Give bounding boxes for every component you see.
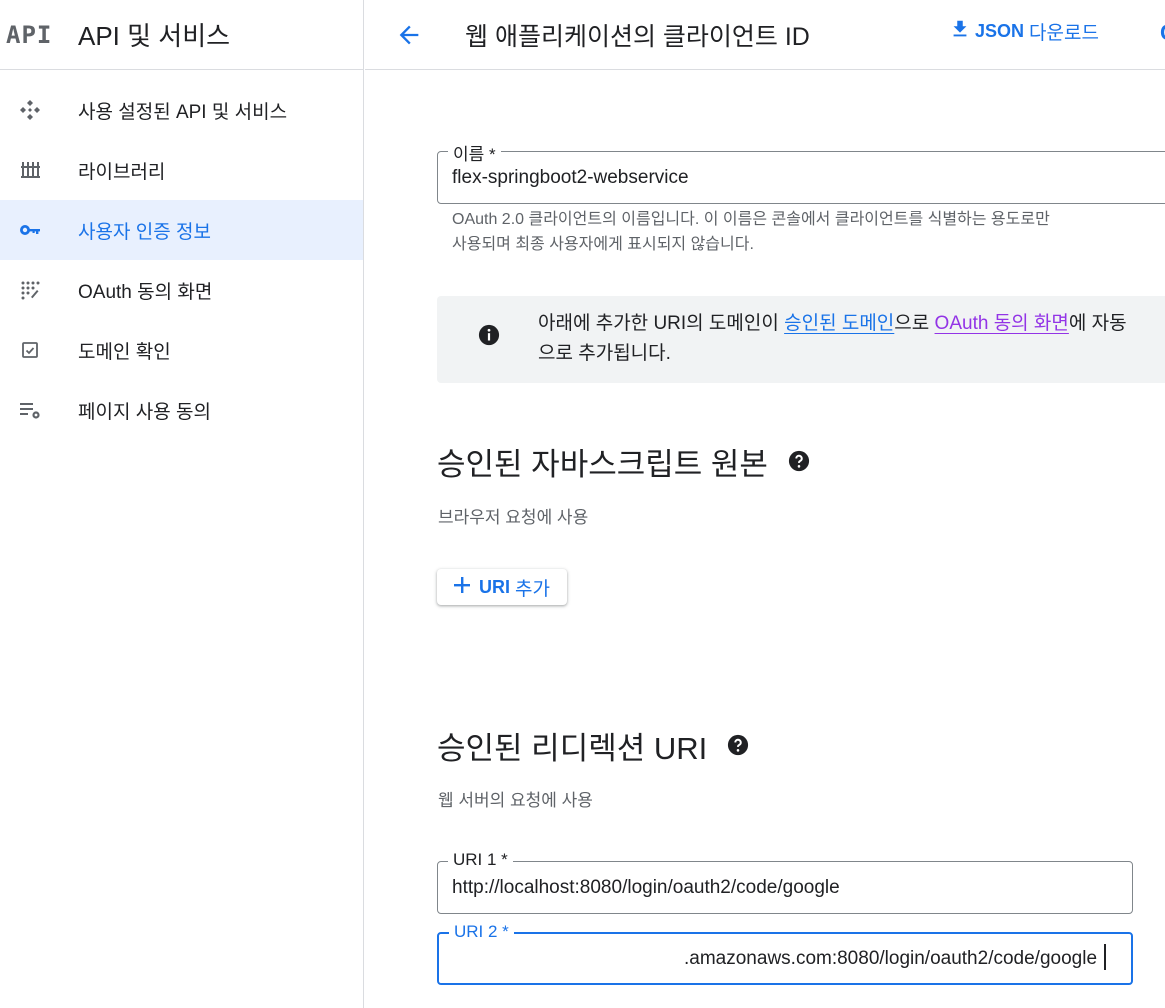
plus-icon xyxy=(453,576,471,599)
uri2-field[interactable]: URI 2 * xyxy=(437,922,1133,985)
js-origins-title: 승인된 자바스크립트 원본 xyxy=(437,439,810,484)
sidebar-title: API 및 서비스 xyxy=(78,21,231,51)
help-icon[interactable] xyxy=(727,728,749,764)
sidebar: API API 및 서비스 사용 설정된 API 및 서비스 라이브러리 사용자… xyxy=(0,0,364,1008)
info-icon xyxy=(478,324,500,351)
sidebar-item-label: 페이지 사용 동의 xyxy=(78,401,211,423)
name-input[interactable] xyxy=(452,152,1165,203)
uri1-field[interactable]: URI 1 * xyxy=(437,850,1133,914)
sidebar-item-oauth-consent[interactable]: OAuth 동의 화면 xyxy=(0,260,363,320)
list-settings-icon xyxy=(0,398,78,422)
back-arrow-icon[interactable] xyxy=(395,21,423,49)
sidebar-item-credentials[interactable]: 사용자 인증 정보 xyxy=(0,200,363,260)
name-hint-line2: 사용되며 최종 사용자에게 표시되지 않습니다. xyxy=(452,236,754,253)
sidebar-item-label: 라이브러리 xyxy=(78,161,166,183)
name-field[interactable]: 이름 * xyxy=(437,140,1165,204)
redirect-uris-title-text: 승인된 리디렉션 URI xyxy=(437,731,708,766)
sidebar-item-label: OAuth 동의 화면 xyxy=(78,281,213,303)
redirect-uris-title: 승인된 리디렉션 URI xyxy=(437,723,749,768)
uri1-input[interactable] xyxy=(452,862,1118,913)
notice-text: 아래에 추가한 URI의 도메인이 승인된 도메인으로 OAuth 동의 화면에… xyxy=(538,309,1127,369)
name-hint: OAuth 2.0 클라이언트의 이름입니다. 이 이름은 콘솔에서 클라이언트… xyxy=(452,207,1050,257)
api-logo: API xyxy=(6,20,53,49)
download-label: 다운로드 xyxy=(1029,23,1099,44)
key-icon xyxy=(0,218,78,242)
add-uri-label: URI xyxy=(479,576,510,597)
truncated-action-icon[interactable]: C xyxy=(1160,20,1165,46)
top-bar: 웹 애플리케이션의 클라이언트 ID JSON 다운로드 C xyxy=(365,0,1165,70)
download-json-label: JSON xyxy=(975,21,1025,41)
redacted-region xyxy=(445,937,683,981)
sidebar-header: API API 및 서비스 xyxy=(0,0,363,70)
notice-line2: 으로 추가됩니다. xyxy=(538,343,671,364)
notice-middle: 으로 xyxy=(894,313,935,334)
download-json-button[interactable]: JSON 다운로드 xyxy=(949,18,1099,45)
js-origins-subtitle: 브라우저 요청에 사용 xyxy=(438,508,589,527)
sidebar-item-enabled-apis[interactable]: 사용 설정된 API 및 서비스 xyxy=(0,80,363,140)
authorized-domains-link[interactable]: 승인된 도메인 xyxy=(784,313,894,334)
sidebar-item-label: 사용자 인증 정보 xyxy=(78,221,211,243)
sidebar-item-label: 도메인 확인 xyxy=(78,341,171,363)
add-label: 추가 xyxy=(515,578,550,600)
js-origins-title-text: 승인된 자바스크립트 원본 xyxy=(437,447,768,482)
text-cursor xyxy=(1104,944,1106,970)
sidebar-item-label: 사용 설정된 API 및 서비스 xyxy=(78,101,288,123)
notice-suffix: 에 자동 xyxy=(1068,313,1127,334)
sidebar-item-library[interactable]: 라이브러리 xyxy=(0,140,363,200)
dots-grid-icon xyxy=(0,278,78,302)
oauth-consent-link[interactable]: OAuth 동의 화면 xyxy=(935,313,1069,334)
notice-prefix: 아래에 추가한 URI의 도메인이 xyxy=(538,313,785,334)
name-hint-line1: OAuth 2.0 클라이언트의 이름입니다. 이 이름은 콘솔에서 클라이언트… xyxy=(452,211,1050,228)
uri2-input[interactable] xyxy=(684,934,1104,983)
info-notice: 아래에 추가한 URI의 도메인이 승인된 도메인으로 OAuth 동의 화면에… xyxy=(437,296,1165,383)
download-icon xyxy=(949,18,971,45)
redirect-uris-subtitle: 웹 서버의 요청에 사용 xyxy=(438,791,593,810)
add-uri-button[interactable]: URI 추가 xyxy=(437,569,567,605)
main-content: 이름 * OAuth 2.0 클라이언트의 이름입니다. 이 이름은 콘솔에서 … xyxy=(365,71,1165,1008)
page-title: 웹 애플리케이션의 클라이언트 ID xyxy=(465,22,810,51)
help-icon[interactable] xyxy=(788,444,810,480)
sidebar-item-domain-verification[interactable]: 도메인 확인 xyxy=(0,320,363,380)
checkbox-icon xyxy=(0,338,78,362)
sidebar-item-page-usage-agreements[interactable]: 페이지 사용 동의 xyxy=(0,380,363,440)
api-diamond-icon xyxy=(0,98,78,122)
library-icon xyxy=(0,158,78,182)
